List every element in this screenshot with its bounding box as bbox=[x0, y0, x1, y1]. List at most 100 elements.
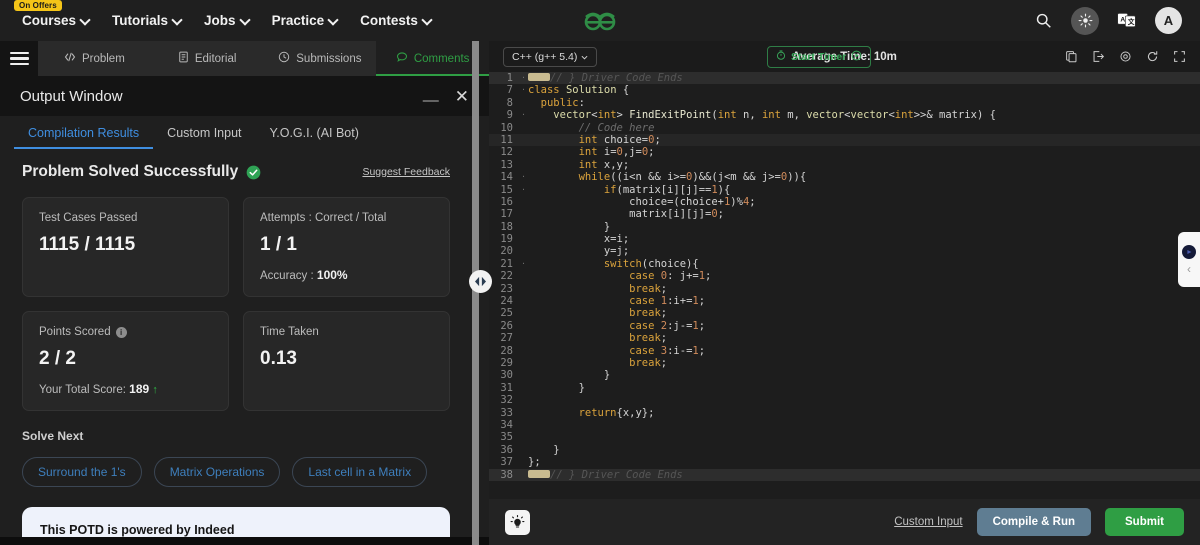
code-line[interactable]: 21 · switch(choice){ bbox=[489, 258, 1200, 270]
code-line[interactable]: 34 bbox=[489, 419, 1200, 431]
panel-splitter[interactable] bbox=[472, 41, 479, 545]
code-line[interactable]: 33 return{x,y}; bbox=[489, 407, 1200, 419]
code-line[interactable]: 18 } bbox=[489, 221, 1200, 233]
fold-toggle-icon[interactable] bbox=[519, 159, 528, 171]
fold-toggle-icon[interactable] bbox=[519, 283, 528, 295]
fold-toggle-icon[interactable] bbox=[519, 431, 528, 443]
code-line[interactable]: 31 } bbox=[489, 382, 1200, 394]
code-line[interactable]: 13 int x,y; bbox=[489, 159, 1200, 171]
fold-toggle-icon[interactable] bbox=[519, 122, 528, 134]
fold-toggle-icon[interactable] bbox=[519, 382, 528, 394]
geeksforgeeks-logo[interactable] bbox=[580, 6, 620, 36]
fold-toggle-icon[interactable]: · bbox=[519, 109, 528, 121]
fold-toggle-icon[interactable] bbox=[519, 332, 528, 344]
settings-icon[interactable] bbox=[1119, 50, 1132, 63]
code-line[interactable]: 22 case 0: j+=1; bbox=[489, 270, 1200, 282]
nav-item-contests[interactable]: Contests bbox=[360, 13, 432, 28]
code-line[interactable]: 32 bbox=[489, 394, 1200, 406]
fold-toggle-icon[interactable] bbox=[519, 97, 528, 109]
submit-button[interactable]: Submit bbox=[1105, 508, 1184, 536]
fold-toggle-icon[interactable] bbox=[519, 419, 528, 431]
subtab-compilation-results[interactable]: Compilation Results bbox=[14, 116, 154, 149]
code-line[interactable]: 12 int i=0,j=0; bbox=[489, 146, 1200, 158]
tab-editorial[interactable]: Editorial bbox=[151, 41, 264, 76]
fold-toggle-icon[interactable] bbox=[519, 357, 528, 369]
tab-submissions[interactable]: Submissions bbox=[264, 41, 377, 76]
code-line[interactable]: 8 public: bbox=[489, 97, 1200, 109]
code-line[interactable]: 9 · vector<int> FindExitPoint(int n, int … bbox=[489, 109, 1200, 121]
code-line[interactable]: 16 choice=(choice+1)%4; bbox=[489, 196, 1200, 208]
fold-toggle-icon[interactable] bbox=[519, 320, 528, 332]
tab-problem[interactable]: Problem bbox=[38, 41, 151, 76]
fold-toggle-icon[interactable] bbox=[519, 221, 528, 233]
fold-toggle-icon[interactable]: · bbox=[519, 84, 528, 96]
chip-matrix-operations[interactable]: Matrix Operations bbox=[153, 457, 281, 487]
panel-resize-handle[interactable] bbox=[469, 270, 492, 293]
fold-toggle-icon[interactable] bbox=[519, 245, 528, 257]
code-line[interactable]: 25 break; bbox=[489, 307, 1200, 319]
code-line[interactable]: 20 y=j; bbox=[489, 245, 1200, 257]
translate-icon[interactable]: A 文 bbox=[1115, 9, 1139, 33]
brightness-icon[interactable] bbox=[1071, 6, 1099, 35]
chip-last-cell-in-a-matrix[interactable]: Last cell in a Matrix bbox=[292, 457, 428, 487]
fold-toggle-icon[interactable] bbox=[519, 208, 528, 220]
code-line[interactable]: 38 // } Driver Code Ends bbox=[489, 468, 1200, 481]
fold-toggle-icon[interactable] bbox=[519, 270, 528, 282]
fold-toggle-icon[interactable] bbox=[519, 134, 528, 146]
start-timer-button[interactable]: Start Timer bbox=[767, 45, 872, 68]
code-line[interactable]: 15 · if(matrix[i][j]==1){ bbox=[489, 184, 1200, 196]
subtab-custom-input[interactable]: Custom Input bbox=[153, 116, 255, 149]
export-icon[interactable] bbox=[1092, 50, 1105, 63]
fold-toggle-icon[interactable]: · bbox=[519, 72, 528, 84]
code-line[interactable]: 35 bbox=[489, 431, 1200, 443]
hamburger-menu-button[interactable] bbox=[0, 41, 38, 76]
code-line[interactable]: 36 } bbox=[489, 444, 1200, 456]
code-line[interactable]: 37}; bbox=[489, 456, 1200, 468]
fold-toggle-icon[interactable] bbox=[519, 369, 528, 381]
fold-toggle-icon[interactable] bbox=[519, 233, 528, 245]
minimize-icon[interactable]: — bbox=[423, 93, 439, 109]
fold-toggle-icon[interactable] bbox=[519, 307, 528, 319]
lightbulb-icon[interactable] bbox=[505, 509, 530, 535]
language-select[interactable]: C++ (g++ 5.4) bbox=[503, 46, 598, 67]
subtab-yogi-ai-bot[interactable]: Y.O.G.I. (AI Bot) bbox=[256, 116, 373, 149]
close-icon[interactable]: ✕ bbox=[455, 88, 469, 105]
code-line[interactable]: 10 // Code here bbox=[489, 122, 1200, 134]
nav-item-tutorials[interactable]: Tutorials bbox=[112, 13, 182, 28]
code-line[interactable]: 17 matrix[i][j]=0; bbox=[489, 208, 1200, 220]
code-line[interactable]: 30 } bbox=[489, 369, 1200, 381]
code-line[interactable]: 14 · while((i<n && i>=0)&&(j<m && j>=0)){ bbox=[489, 171, 1200, 183]
fold-toggle-icon[interactable] bbox=[519, 469, 528, 481]
fold-toggle-icon[interactable]: · bbox=[519, 184, 528, 196]
copy-icon[interactable] bbox=[1065, 50, 1078, 63]
nav-item-jobs[interactable]: Jobs bbox=[204, 13, 250, 28]
fold-toggle-icon[interactable]: · bbox=[519, 171, 528, 183]
fold-toggle-icon[interactable] bbox=[519, 407, 528, 419]
info-icon[interactable]: i bbox=[115, 326, 127, 338]
code-line[interactable]: 28 case 3:i-=1; bbox=[489, 345, 1200, 357]
chat-widget-toggle[interactable]: ‹ bbox=[1178, 232, 1200, 287]
nav-item-practice[interactable]: Practice bbox=[272, 13, 339, 28]
fold-toggle-icon[interactable] bbox=[519, 196, 528, 208]
code-line[interactable]: 27 break; bbox=[489, 332, 1200, 344]
fold-toggle-icon[interactable] bbox=[519, 456, 528, 468]
fullscreen-icon[interactable] bbox=[1173, 50, 1186, 63]
fold-toggle-icon[interactable] bbox=[519, 295, 528, 307]
custom-input-link[interactable]: Custom Input bbox=[894, 516, 962, 528]
code-line[interactable]: 7 · class Solution { bbox=[489, 84, 1200, 96]
code-line[interactable]: 26 case 2:j-=1; bbox=[489, 320, 1200, 332]
suggest-feedback-link[interactable]: Suggest Feedback bbox=[362, 166, 450, 178]
fold-toggle-icon[interactable] bbox=[519, 345, 528, 357]
fold-toggle-icon[interactable]: · bbox=[519, 258, 528, 270]
code-line[interactable]: 23 break; bbox=[489, 283, 1200, 295]
code-line[interactable]: 11 int choice=0; bbox=[489, 133, 1200, 147]
fold-toggle-icon[interactable] bbox=[519, 146, 528, 158]
chip-surround-the-1s[interactable]: Surround the 1's bbox=[22, 457, 142, 487]
nav-item-courses[interactable]: On Offers Courses bbox=[14, 0, 90, 28]
code-line[interactable]: 19 x=i; bbox=[489, 233, 1200, 245]
fold-toggle-icon[interactable] bbox=[519, 444, 528, 456]
fold-toggle-icon[interactable] bbox=[519, 394, 528, 406]
avatar[interactable]: A bbox=[1155, 7, 1182, 34]
code-line[interactable]: 1 ·// } Driver Code Ends bbox=[489, 72, 1200, 85]
code-line[interactable]: 29 break; bbox=[489, 357, 1200, 369]
